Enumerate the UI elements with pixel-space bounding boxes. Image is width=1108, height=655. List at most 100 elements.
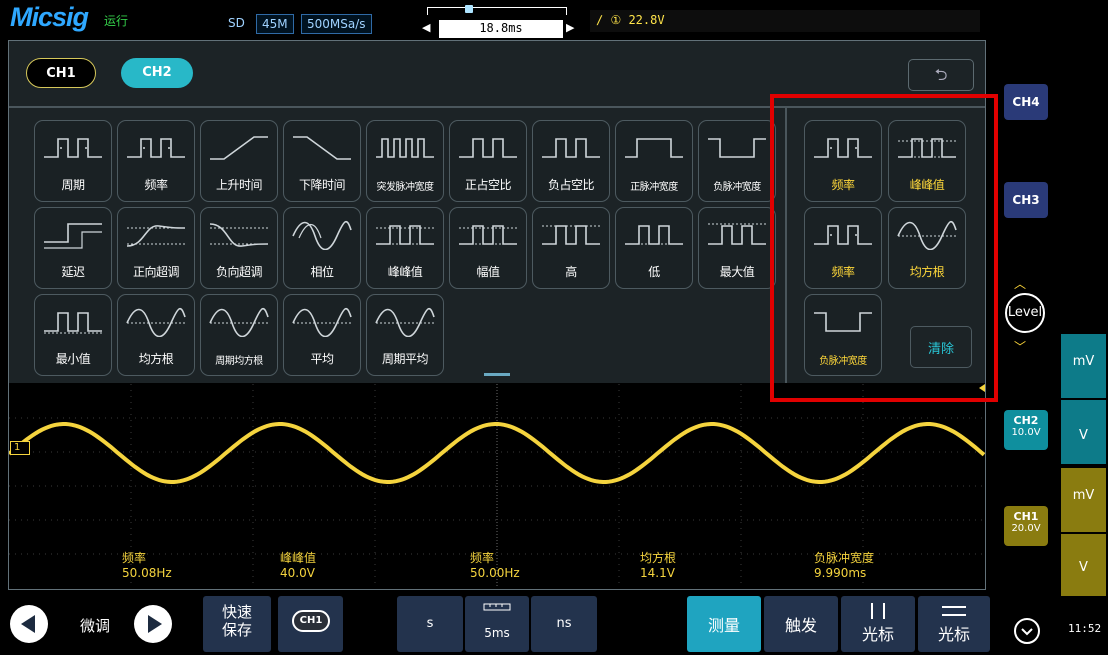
ch2-v-unit-button[interactable]: V — [1061, 400, 1106, 464]
measure-item-label: 上升时间 — [215, 178, 263, 192]
memory-depth[interactable]: 45M — [256, 14, 294, 34]
right-arrow-icon[interactable]: ▶ — [566, 21, 574, 34]
timebase-value-button[interactable]: 5ms — [465, 596, 529, 652]
panel-drag-handle[interactable] — [484, 373, 510, 376]
rising-edge-icon: ∕ — [596, 13, 604, 27]
readout-value: 50.08Hz — [122, 566, 172, 580]
measure-item-period[interactable]: 周期 — [34, 120, 112, 202]
period-icon — [44, 138, 102, 158]
measure-item-label: 负向超调 — [215, 265, 263, 279]
fall-time-icon — [293, 136, 351, 160]
ch1-ground-marker[interactable]: 1 — [10, 441, 30, 455]
measure-item-label: 频率 — [144, 178, 168, 192]
memory-bracket — [427, 7, 567, 15]
amplitude-icon — [459, 225, 517, 245]
ch1-v-unit-button[interactable]: V — [1061, 534, 1106, 596]
menu-expand-icon[interactable] — [1014, 618, 1040, 644]
selected-highlight-box — [770, 94, 998, 402]
measure-item-cycle-mean[interactable]: 周期平均 — [366, 294, 444, 376]
left-triangle-icon — [21, 615, 35, 633]
trigger-position-marker[interactable] — [465, 5, 473, 13]
measure-item-frequency[interactable]: 频率 — [117, 120, 195, 202]
mean-icon — [292, 307, 352, 337]
measure-item-phase[interactable]: 相位 — [283, 207, 361, 289]
measure-item-amplitude[interactable]: 幅值 — [449, 207, 527, 289]
left-arrow-icon[interactable]: ◀ — [422, 21, 430, 34]
back-button[interactable]: ⮌ — [908, 59, 974, 91]
fine-increase-button[interactable] — [134, 605, 172, 643]
timebase-ns-button[interactable]: ns — [531, 596, 597, 652]
ch3-button[interactable]: CH3 — [1004, 182, 1048, 218]
readout-label: 频率 — [122, 551, 147, 565]
positive-pulse-width-icon — [625, 138, 683, 158]
ch2-label: CH2 — [1013, 414, 1039, 427]
level-up-icon[interactable]: ︿ — [1014, 275, 1026, 292]
ch2-button[interactable]: CH2 10.0V — [1004, 410, 1048, 450]
measure-item-label: 突发脉冲宽度 — [376, 182, 435, 193]
run-state[interactable]: 运行 — [104, 12, 128, 29]
positive-duty-icon — [459, 138, 517, 158]
measure-item-burst-width[interactable]: 突发脉冲宽度 — [366, 120, 444, 202]
vertical-cursor-button[interactable]: 光标 — [841, 596, 915, 652]
measure-button[interactable]: 测量 — [687, 596, 761, 652]
measure-item-positive-overshoot[interactable]: 正向超调 — [117, 207, 195, 289]
fine-decrease-button[interactable] — [10, 605, 48, 643]
tab-ch1[interactable]: CH1 — [26, 58, 96, 88]
measure-item-negative-duty[interactable]: 负占空比 — [532, 120, 610, 202]
measure-item-minimum[interactable]: 最小值 — [34, 294, 112, 376]
measure-item-label: 延迟 — [61, 265, 85, 279]
timebase-position-indicator[interactable]: ◀ 18.8ms ▶ — [402, 5, 578, 39]
measure-item-low[interactable]: 低 — [615, 207, 693, 289]
readout-label: 负脉冲宽度 — [814, 551, 875, 565]
measure-item-label: 相位 — [310, 265, 334, 279]
measure-item-label: 正脉冲宽度 — [630, 182, 678, 193]
tab-ch2[interactable]: CH2 — [121, 58, 193, 88]
trigger-info[interactable]: ∕ ① 22.8V — [590, 10, 980, 32]
measure-item-positive-duty[interactable]: 正占空比 — [449, 120, 527, 202]
ch1-mv-unit-button[interactable]: mV — [1061, 468, 1106, 532]
negative-duty-icon — [542, 138, 600, 158]
measure-item-positive-pulse-width[interactable]: 正脉冲宽度 — [615, 120, 693, 202]
ch4-button[interactable]: CH4 — [1004, 84, 1048, 120]
delay-icon — [44, 223, 102, 249]
channel-select-button[interactable]: CH1 — [278, 596, 343, 652]
measure-item-negative-overshoot[interactable]: 负向超调 — [200, 207, 278, 289]
right-triangle-icon — [148, 615, 162, 633]
vertical-cursor-icon — [871, 603, 885, 619]
phase-icon — [292, 220, 352, 250]
measure-item-label: 周期平均 — [381, 352, 429, 366]
measure-item-label: 最大值 — [719, 265, 755, 279]
ch1-button[interactable]: CH1 20.0V — [1004, 506, 1048, 546]
measure-item-label: 低 — [648, 265, 660, 279]
measure-item-rms[interactable]: 均方根 — [117, 294, 195, 376]
level-knob[interactable]: Level — [1005, 293, 1045, 333]
ch1-scale: 20.0V — [1011, 523, 1041, 534]
measure-item-maximum[interactable]: 最大值 — [698, 207, 776, 289]
measure-item-label: 正占空比 — [464, 178, 512, 192]
timebase-ruler-icon — [483, 603, 511, 611]
measure-item-mean[interactable]: 平均 — [283, 294, 361, 376]
clock: 11:52 — [1068, 622, 1102, 635]
measure-item-negative-pulse-width[interactable]: 负脉冲宽度 — [698, 120, 776, 202]
measure-item-rise-time[interactable]: 上升时间 — [200, 120, 278, 202]
sample-rate[interactable]: 500MSa/s — [301, 14, 372, 34]
readout-value: 9.990ms — [814, 566, 867, 580]
measure-item-label: 高 — [565, 265, 577, 279]
measure-item-fall-time[interactable]: 下降时间 — [283, 120, 361, 202]
oscilloscope-screen: Micsig 运行 SD 45M 500MSa/s ◀ 18.8ms ▶ ∕ ①… — [0, 0, 1108, 655]
trigger-button[interactable]: 触发 — [764, 596, 838, 652]
measure-item-peak-to-peak[interactable]: 峰峰值 — [366, 207, 444, 289]
cycle-mean-icon — [375, 307, 435, 337]
horizontal-cursor-button[interactable]: 光标 — [918, 596, 990, 652]
rms-icon — [126, 307, 186, 337]
measure-item-cycle-rms[interactable]: 周期均方根 — [200, 294, 278, 376]
negative-pulse-width-icon — [708, 138, 766, 158]
measure-item-delay[interactable]: 延迟 — [34, 207, 112, 289]
timebase-s-button[interactable]: s — [397, 596, 463, 652]
measure-item-high[interactable]: 高 — [532, 207, 610, 289]
ch2-mv-unit-button[interactable]: mV — [1061, 334, 1106, 398]
fine-adjust-label: 微调 — [80, 617, 111, 635]
quick-save-button[interactable]: 快速 保存 — [203, 596, 271, 652]
level-down-icon[interactable]: ﹀ — [1014, 338, 1026, 355]
readout-value: 50.00Hz — [470, 566, 520, 580]
